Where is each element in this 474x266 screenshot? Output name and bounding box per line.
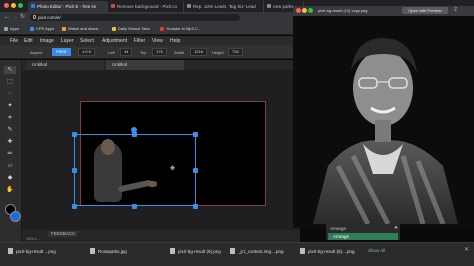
height-field[interactable]: 735 [228, 48, 243, 56]
lock-icon [33, 15, 36, 19]
resize-handle-left[interactable] [72, 168, 77, 173]
height-label: Height [212, 50, 224, 55]
preview-close-icon[interactable] [296, 8, 301, 13]
bookmark-apps[interactable]: Apps [4, 26, 19, 32]
apps-grid-icon [4, 27, 8, 31]
bookmark-youtube-mp3[interactable]: Youtube to Mp3 C... [160, 26, 201, 32]
portrait-photo [313, 38, 458, 224]
reload-icon[interactable]: ↻ [20, 14, 25, 21]
doc-tab-untitled-2[interactable]: Untitled [106, 60, 184, 70]
top-label: Top [140, 50, 147, 55]
download-item[interactable]: pixlr-bg-result ...png [8, 248, 56, 255]
tool-options-bar [0, 46, 300, 59]
download-item[interactable]: pixlr-bg-result (9).png [170, 248, 221, 255]
eyedropper-tool-icon[interactable]: ✎ [4, 126, 16, 134]
back-icon[interactable]: ← [4, 14, 10, 21]
close-downloads-icon[interactable]: ✕ [464, 247, 469, 254]
folder-icon [112, 27, 116, 31]
doc-tab-untitled-1[interactable]: Untitled [26, 60, 104, 70]
aspect-label: Aspect [30, 50, 43, 55]
arrange-item-selected[interactable]: Arrange [328, 233, 398, 240]
pixlr-favicon-icon [31, 4, 35, 8]
open-with-preview-button[interactable]: Open with Preview [402, 7, 448, 14]
tab-label: Remove background - Pixlr.co [117, 4, 178, 9]
eraser-tool-icon[interactable]: ▱ [4, 162, 16, 170]
move-tool-icon[interactable]: ↖ [4, 66, 16, 74]
resize-handle-top-right[interactable] [193, 132, 198, 137]
resize-handle-top-left[interactable] [72, 132, 77, 137]
tab-label: Photo Editor : Pixlr E - free im [37, 4, 97, 9]
bookmark-watch-and-share[interactable]: Watch and share... [62, 26, 101, 32]
width-label: Width [174, 50, 185, 55]
url-field[interactable]: pixlr.com/e/ [30, 14, 240, 21]
ratio-field[interactable]: 1:0.5 [78, 48, 95, 56]
bookmark-daily-school-tabs[interactable]: Daily School Tabs [112, 26, 150, 32]
browser-tab-remove-background[interactable]: Remove background - Pixlr.co [108, 1, 184, 12]
youtube-icon [160, 27, 164, 31]
download-item[interactable]: pixlr-bg-result (8)....png [300, 248, 355, 255]
show-all-button[interactable]: Show All [368, 247, 385, 254]
left-field[interactable]: 44 [120, 48, 133, 56]
preview-zoom-icon[interactable] [308, 8, 313, 13]
bookmark-cps-apps[interactable]: CPS Apps [30, 26, 54, 32]
browser-tab-photo-editor[interactable]: Photo Editor : Pixlr E - free im [28, 1, 108, 12]
menu-view[interactable]: View [152, 37, 163, 45]
menu-filter[interactable]: Filter [134, 37, 145, 45]
feedback-button[interactable]: FEEDBACK [48, 231, 79, 237]
top-field[interactable]: 175 [152, 48, 167, 56]
width-field[interactable]: 1216 [190, 48, 207, 56]
page-favicon-icon [187, 4, 191, 8]
wand-tool-icon[interactable]: ✦ [4, 102, 16, 110]
resize-handle-bottom-right[interactable] [193, 204, 198, 209]
cps-icon [30, 27, 34, 31]
tab-label: Rep. John Lewis, 'Big Six' Lead [193, 4, 256, 9]
menu-adjustment[interactable]: Adjustment [102, 37, 127, 45]
file-icon [170, 248, 175, 254]
file-icon [8, 248, 13, 254]
lasso-tool-icon[interactable]: ◌ [4, 90, 16, 98]
arrange-item[interactable]: Arrange [328, 225, 398, 232]
preview-image [293, 16, 474, 224]
pixlr-favicon-icon [111, 4, 115, 8]
menu-help[interactable]: Help [170, 37, 180, 45]
close-window-icon[interactable] [4, 3, 9, 8]
menu-file[interactable]: File [10, 37, 18, 45]
forward-icon[interactable]: → [12, 14, 18, 21]
share-icon[interactable]: ⇪ [453, 7, 458, 14]
resize-handle-bottom[interactable] [132, 204, 137, 209]
heal-tool-icon[interactable]: ✚ [4, 138, 16, 146]
menu-layer[interactable]: Layer [61, 37, 74, 45]
file-icon [230, 248, 235, 254]
page-favicon-icon [267, 4, 271, 8]
file-icon [90, 248, 95, 254]
brush-tool-icon[interactable]: ✏ [4, 150, 16, 158]
marquee-tool-icon[interactable]: ⬚ [4, 78, 16, 86]
hand-tool-icon[interactable]: ✋ [4, 186, 16, 194]
download-item[interactable]: Roseparks.jpg [90, 248, 127, 255]
aspect-select[interactable]: FREE [52, 48, 71, 56]
transform-selection-box[interactable] [74, 134, 196, 206]
resize-handle-bottom-left[interactable] [72, 204, 77, 209]
file-icon [300, 248, 305, 254]
resize-handle-top[interactable] [132, 132, 137, 137]
preview-title: pixlr-bg-result (10) copy.png [318, 8, 368, 13]
menu-edit[interactable]: Edit [24, 37, 33, 45]
left-label: Left [108, 50, 115, 55]
fill-tool-icon[interactable]: ◆ [4, 174, 16, 182]
crop-tool-icon[interactable]: ⌗ [4, 114, 16, 122]
browser-tab-john-lewis[interactable]: Rep. John Lewis, 'Big Six' Lead [184, 1, 264, 12]
tab-label: new parks [273, 4, 294, 9]
resize-handle-right[interactable] [193, 168, 198, 173]
preview-minimize-icon[interactable] [302, 8, 307, 13]
download-item[interactable]: _jcr_content.img....png [230, 248, 284, 255]
menu-select[interactable]: Select [80, 37, 94, 45]
menu-image[interactable]: Image [40, 37, 54, 45]
background-color-swatch[interactable] [10, 211, 21, 222]
watch-share-icon [62, 27, 66, 31]
cursor-arrow-icon: ➤ [394, 225, 399, 231]
minimize-window-icon[interactable] [11, 3, 16, 8]
zoom-window-icon[interactable] [18, 3, 23, 8]
